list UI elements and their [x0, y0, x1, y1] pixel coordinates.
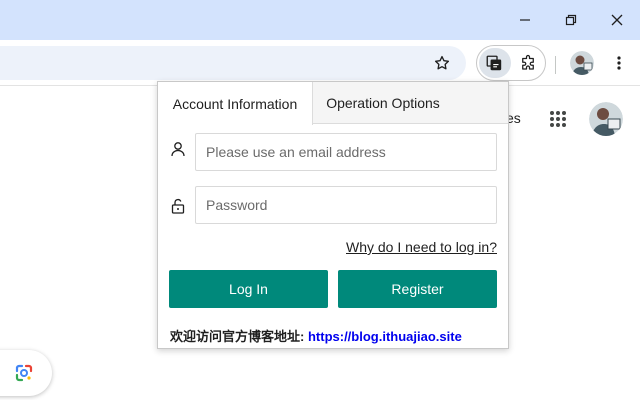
- blog-label: 欢迎访问官方博客地址:: [170, 329, 305, 344]
- account-avatar[interactable]: [589, 102, 623, 136]
- minimize-icon: [520, 19, 530, 21]
- browser-toolbar: [0, 40, 640, 86]
- password-input[interactable]: [195, 186, 497, 224]
- apps-grid-icon: [550, 111, 566, 127]
- google-apps-button[interactable]: [545, 106, 571, 132]
- bookmark-button[interactable]: [427, 48, 457, 78]
- account-avatar-icon: [589, 102, 623, 136]
- lens-button[interactable]: [0, 350, 52, 396]
- extension-active-icon: [486, 55, 502, 71]
- close-button[interactable]: [594, 0, 640, 40]
- browser-titlebar: [0, 0, 640, 40]
- register-button[interactable]: Register: [338, 270, 497, 308]
- menu-kebab-icon: [617, 56, 621, 70]
- restore-button[interactable]: [548, 0, 594, 40]
- extension-login-popup: Account Information Operation Options Wh…: [157, 81, 509, 349]
- unlock-icon: [168, 196, 188, 216]
- toolbar-divider: [555, 56, 556, 74]
- email-input[interactable]: [195, 133, 497, 171]
- why-login-link[interactable]: Why do I need to log in?: [346, 239, 497, 255]
- bookmark-star-icon: [434, 55, 450, 70]
- close-icon: [611, 14, 623, 26]
- login-button[interactable]: Log In: [169, 270, 328, 308]
- user-icon: [168, 139, 188, 159]
- extensions-group: [476, 45, 546, 81]
- tab-account-information[interactable]: Account Information: [158, 82, 313, 125]
- restore-icon: [565, 14, 577, 26]
- address-bar[interactable]: [0, 46, 466, 80]
- profile-avatar[interactable]: [570, 51, 594, 75]
- profile-avatar-icon: [570, 51, 594, 75]
- blog-url-link[interactable]: https://blog.ithuajiao.site: [308, 329, 462, 344]
- extensions-menu-button[interactable]: [513, 48, 543, 78]
- google-lens-icon: [15, 364, 33, 382]
- minimize-button[interactable]: [502, 0, 548, 40]
- popup-tabs: Account Information Operation Options: [158, 82, 508, 125]
- extensions-puzzle-icon: [522, 54, 534, 70]
- tab-operation-options[interactable]: Operation Options: [313, 82, 453, 124]
- browser-menu-button[interactable]: [604, 48, 634, 78]
- blog-footer: 欢迎访问官方博客地址: https://blog.ithuajiao.site: [170, 326, 462, 345]
- active-extension-button[interactable]: [479, 48, 509, 78]
